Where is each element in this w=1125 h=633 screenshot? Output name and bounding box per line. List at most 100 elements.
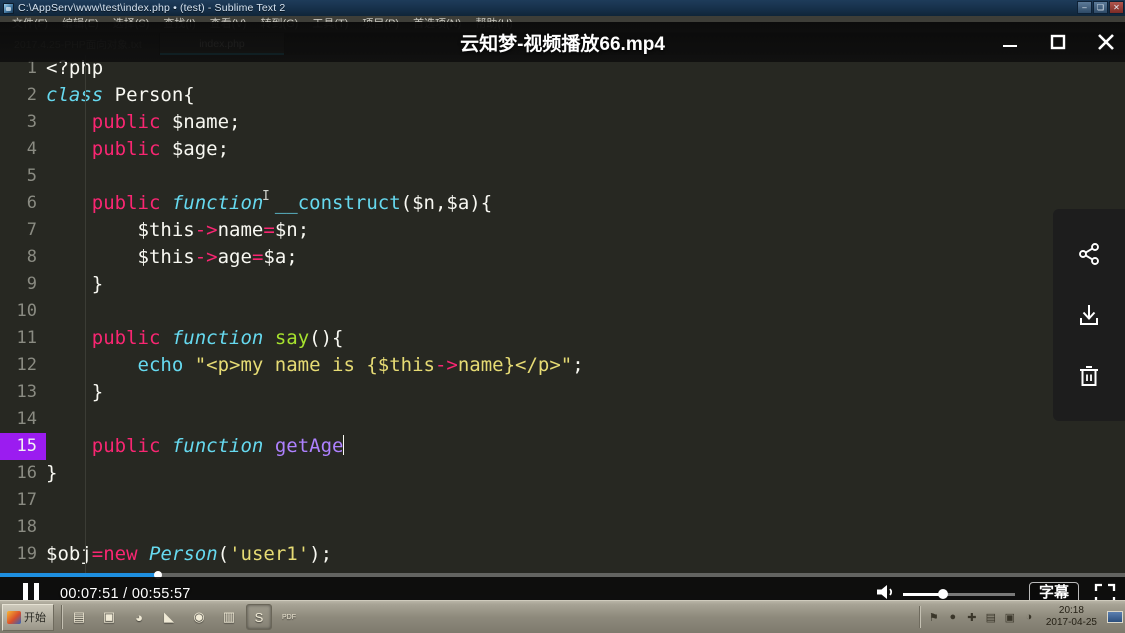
line-number: 5	[26, 166, 37, 186]
menu-item-3[interactable]: 选择(S)	[106, 16, 157, 32]
code-token: =	[91, 543, 104, 565]
code-token: say	[274, 327, 310, 349]
editor-tab-1[interactable]: 2017.4.25-PHP面向对象.txt	[0, 33, 160, 55]
windows-logo-icon	[7, 610, 21, 624]
code-token: "<p>my name is {$this	[194, 354, 435, 376]
code-line-content: }	[46, 460, 57, 487]
start-button-label: 开始	[24, 612, 46, 624]
code-line: 15 public function getAge	[0, 433, 1125, 460]
code-token: $this	[46, 219, 195, 241]
code-token: $name;	[160, 111, 241, 133]
code-token: name}</p>"	[457, 354, 573, 376]
line-number: 7	[26, 220, 37, 240]
code-token: age	[217, 246, 252, 268]
code-line: 9 }	[0, 271, 1125, 298]
code-line-content: $obj=new Person('user1');	[46, 541, 332, 568]
code-token: ->	[434, 354, 458, 376]
i-beam-text-cursor: I	[262, 189, 270, 204]
code-token: ->	[194, 219, 218, 241]
line-number: 16	[16, 463, 37, 483]
line-number: 10	[16, 301, 37, 321]
code-token: new	[103, 543, 138, 565]
code-token: $n;	[274, 219, 310, 241]
taskbar-item-dictionary[interactable]: ◕	[126, 604, 152, 630]
menu-item-7[interactable]: 工具(T)	[305, 16, 355, 32]
menu-item-6[interactable]: 转到(G)	[253, 16, 305, 32]
menu-item-2[interactable]: 编辑(E)	[55, 16, 106, 32]
tray-network-icon[interactable]: ▣	[1003, 610, 1017, 624]
code-token: <?php	[46, 57, 104, 79]
share-button[interactable]	[1072, 237, 1106, 271]
volume-slider[interactable]	[902, 589, 1015, 599]
tray-volume-muted-icon[interactable]: ◑	[1022, 610, 1036, 624]
start-button[interactable]: 开始	[2, 603, 54, 631]
window-controls-group: – ❏ ✕	[1077, 1, 1124, 14]
code-token: class	[46, 84, 104, 106]
code-line: 7 $this->name=$n;	[0, 217, 1125, 244]
maximize-button[interactable]: ❏	[1093, 1, 1108, 14]
close-button[interactable]: ✕	[1109, 1, 1124, 14]
taskbar-item-sublime[interactable]: S	[246, 604, 272, 630]
taskbar-item-pdf[interactable]: PDF	[276, 604, 302, 630]
line-number: 2	[26, 85, 37, 105]
code-token: public	[91, 111, 161, 133]
menu-item-4[interactable]: 查找(I)	[156, 16, 202, 32]
menu-item-5[interactable]: 查看(V)	[203, 16, 254, 32]
player-minimize-icon[interactable]	[997, 29, 1023, 55]
code-line: 18	[0, 514, 1125, 541]
line-number: 15	[0, 433, 46, 460]
line-number: 13	[16, 382, 37, 402]
editor-tab-2[interactable]: index.php	[160, 33, 285, 55]
code-token: ;	[572, 354, 584, 376]
code-token: Person	[149, 543, 218, 565]
code-token: function	[171, 327, 264, 349]
code-line-content: <?php	[46, 55, 103, 82]
minimize-button[interactable]: –	[1077, 1, 1092, 14]
code-line: 1 <?php	[0, 55, 1125, 82]
code-line: 5	[0, 163, 1125, 190]
clock-time: 20:18	[1058, 605, 1084, 616]
code-token: ($n,$a){	[400, 192, 493, 214]
player-maximize-icon[interactable]	[1045, 29, 1071, 55]
code-line: 10	[0, 298, 1125, 325]
show-desktop-button[interactable]	[1107, 611, 1123, 623]
menu-item-10[interactable]: 帮助(H)	[468, 16, 519, 32]
taskbar-item-chrome[interactable]: ◉	[186, 604, 212, 630]
taskbar-item-explorer[interactable]: ▥	[216, 604, 242, 630]
code-token: $a;	[263, 246, 298, 268]
code-token: }	[46, 381, 104, 403]
code-token: =	[263, 219, 275, 241]
taskbar-item-notepad[interactable]: ▤	[66, 604, 92, 630]
tray-flag-icon[interactable]: ⚑	[927, 610, 941, 624]
download-button[interactable]	[1072, 298, 1106, 332]
code-line-content: $this->age=$a;	[46, 244, 298, 271]
code-line-content: class Person{	[46, 82, 195, 109]
code-line-content: public function getAge	[46, 433, 345, 460]
code-editor[interactable]: 1 <?php 2 class Person{3 public $name; 4 pub…	[0, 55, 1125, 595]
player-close-icon[interactable]	[1093, 29, 1119, 55]
tray-clipboard-icon[interactable]: ▤	[984, 610, 998, 624]
code-token: ->	[194, 246, 218, 268]
delete-button[interactable]	[1072, 359, 1106, 393]
menu-item-8[interactable]: 项目(P)	[355, 16, 406, 32]
taskbar-item-wps[interactable]: ◣	[156, 604, 182, 630]
line-number: 9	[26, 274, 37, 294]
volume-handle[interactable]	[938, 589, 949, 599]
tray-update-icon[interactable]: ✚	[965, 610, 979, 624]
code-line: 19 $obj=new Person('user1');	[0, 541, 1125, 568]
code-token: $age;	[160, 138, 230, 160]
menu-item-9[interactable]: 首选项(N)	[406, 16, 468, 32]
taskbar-clock[interactable]: 20:18 2017-04-25	[1042, 605, 1101, 629]
taskbar-item-search[interactable]: ▣	[96, 604, 122, 630]
code-line: 11 public function say(){	[0, 325, 1125, 352]
taskbar-divider	[61, 605, 63, 629]
tray-security-icon[interactable]: ●	[946, 610, 960, 624]
code-token: name	[217, 219, 264, 241]
sublime-text-icon	[3, 2, 14, 14]
line-number: 19	[16, 544, 37, 564]
code-token: public	[91, 327, 161, 349]
menu-item-1[interactable]: 文件(F)	[5, 16, 55, 32]
